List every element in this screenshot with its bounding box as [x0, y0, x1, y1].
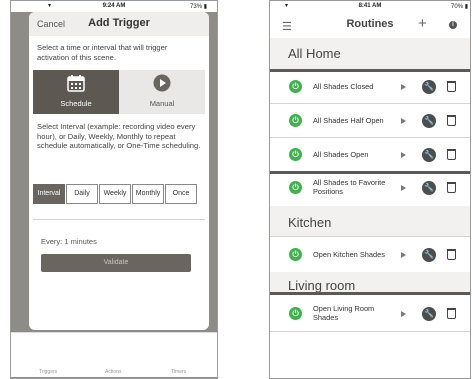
section-title: All Home [288, 46, 341, 61]
calendar-icon [67, 75, 85, 92]
play-icon [153, 74, 171, 92]
divider [270, 331, 470, 332]
tab-timers[interactable]: Timers [171, 369, 186, 375]
segment-monthly[interactable]: Monthly [132, 184, 164, 204]
bottom-tab-bar: Triggers Actions Timers [11, 332, 217, 377]
intro-text: Select a time or interval that will trig… [37, 43, 168, 62]
routine-row-all-shades-half-open[interactable]: ⏻ All Shades Half Open 🔧 [270, 104, 470, 137]
section-title: Living room [288, 278, 356, 293]
schedule-type-segmented-control: Interval Daily Weekly Monthly Once [33, 184, 197, 204]
divider [33, 219, 205, 220]
status-bar: ▾ 8:41 AM 70% ▮ [270, 1, 470, 12]
battery-level: 73% ▮ [190, 4, 207, 10]
routine-row-open-living-room-shades[interactable]: ⏻ Open Living Room Shades 🔧 [270, 295, 470, 331]
page-title: Routines [346, 18, 394, 30]
status-time: 8:41 AM [358, 3, 382, 9]
segment-daily[interactable]: Daily [66, 184, 98, 204]
routine-row-open-kitchen-shades[interactable]: ⏻ Open Kitchen Shades 🔧 [270, 237, 470, 272]
power-icon[interactable]: ⏻ [289, 248, 302, 261]
status-bar: ▾ 9:24 AM 73% ▮ [11, 1, 217, 12]
routine-row-favorite-positions[interactable]: ⏻ All Shades to Favorite Positions 🔧 [270, 174, 470, 206]
power-icon[interactable]: ⏻ [289, 307, 302, 320]
info-icon[interactable]: i [449, 21, 457, 29]
play-icon[interactable] [401, 311, 406, 317]
validate-button[interactable]: Validate [41, 254, 191, 272]
section-header-living-room: Living room [270, 272, 470, 294]
play-icon[interactable] [401, 84, 406, 90]
play-icon[interactable] [401, 252, 406, 258]
routine-name: All Shades to Favorite Positions [313, 178, 386, 196]
segment-interval[interactable]: Interval [33, 184, 65, 204]
battery-level: 70% ▮ [451, 4, 468, 10]
routines-header: ☰ Routines + i [270, 12, 470, 38]
schedule-description: Select Interval (example: recording vide… [37, 122, 201, 150]
trash-icon[interactable] [447, 308, 456, 319]
tab-actions[interactable]: Actions [105, 369, 121, 375]
routines-screen: ▾ 8:41 AM 70% ▮ ☰ Routines + i All Home … [269, 0, 471, 379]
trash-icon[interactable] [447, 115, 456, 126]
section-title: Kitchen [288, 215, 332, 230]
power-icon[interactable]: ⏻ [289, 80, 302, 93]
segment-weekly[interactable]: Weekly [99, 184, 131, 204]
add-routine-button[interactable]: + [418, 15, 427, 32]
play-icon[interactable] [401, 118, 406, 124]
power-icon[interactable]: ⏻ [289, 148, 302, 161]
modal-title: Add Trigger [88, 17, 150, 29]
play-icon[interactable] [401, 152, 406, 158]
routine-name: All Shades Closed [313, 82, 374, 91]
routine-row-all-shades-closed[interactable]: ⏻ All Shades Closed 🔧 [270, 72, 470, 103]
wrench-icon[interactable]: 🔧 [422, 307, 436, 321]
tab-triggers[interactable]: Triggers [39, 369, 57, 375]
routine-name: Open Living Room Shades [313, 304, 375, 322]
trash-icon[interactable] [447, 149, 456, 160]
trash-icon[interactable] [447, 249, 456, 260]
wrench-icon[interactable]: 🔧 [422, 80, 436, 94]
trigger-mode-selector: Schedule Manual [33, 70, 205, 114]
routine-name: All Shades Open [313, 150, 369, 159]
section-header-all-home: All Home [270, 38, 470, 69]
section-header-kitchen: Kitchen [270, 206, 470, 236]
routine-name: All Shades Half Open [313, 116, 384, 125]
add-trigger-modal: Cancel Add Trigger Select a time or inte… [29, 12, 209, 330]
status-time: 9:24 AM [102, 3, 126, 9]
manual-mode-button[interactable]: Manual [119, 70, 205, 114]
trash-icon[interactable] [447, 81, 456, 92]
trash-icon[interactable] [447, 182, 456, 193]
manual-mode-label: Manual [149, 99, 175, 108]
wrench-icon[interactable]: 🔧 [422, 148, 436, 162]
wrench-icon[interactable]: 🔧 [422, 248, 436, 262]
segment-once[interactable]: Once [165, 184, 197, 204]
schedule-mode-button[interactable]: Schedule [33, 70, 119, 114]
wrench-icon[interactable]: 🔧 [422, 114, 436, 128]
power-icon[interactable]: ⏻ [289, 114, 302, 127]
interval-value[interactable]: Every: 1 minutes [41, 237, 97, 246]
wrench-icon[interactable]: 🔧 [422, 181, 436, 195]
routine-row-all-shades-open[interactable]: ⏻ All Shades Open 🔧 [270, 138, 470, 171]
routine-name: Open Kitchen Shades [313, 250, 385, 259]
modal-header: Cancel Add Trigger [29, 12, 209, 36]
add-trigger-screen: ▾ 9:24 AM 73% ▮ Triggers Actions Timers … [10, 0, 218, 379]
power-icon[interactable]: ⏻ [289, 181, 302, 194]
schedule-mode-label: Schedule [60, 99, 92, 108]
play-icon[interactable] [401, 185, 406, 191]
